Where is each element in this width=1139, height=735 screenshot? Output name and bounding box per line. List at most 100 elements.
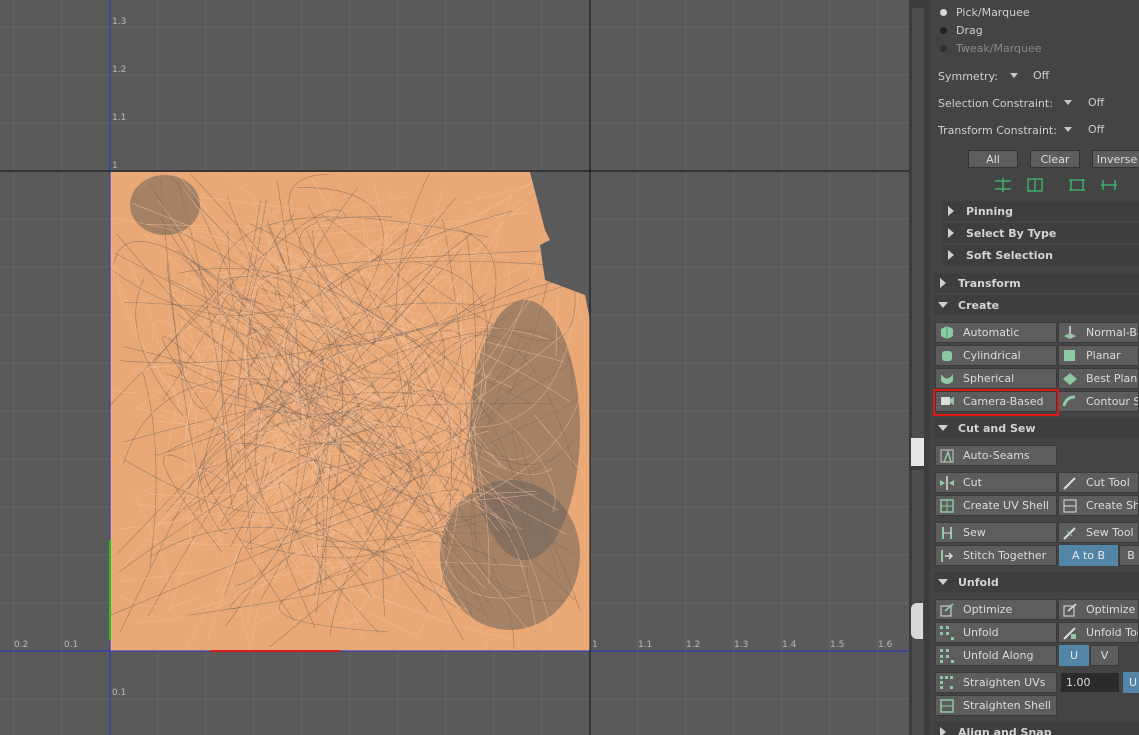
button-label: Cut Tool	[1086, 476, 1130, 489]
button-label: Stitch Together	[963, 549, 1047, 562]
u-tick-label: 0.2	[14, 640, 29, 650]
best-plane-icon	[1063, 372, 1077, 385]
button-label: Optimize T	[1086, 603, 1138, 616]
section-title: Cut and Sew	[958, 421, 1036, 435]
transform-constraint-row[interactable]: Transform Constraint: Off	[938, 121, 1139, 139]
splitter-strip	[912, 8, 924, 438]
button-label: Sew	[963, 526, 986, 539]
unfold-tool-button[interactable]: Unfold Too	[1058, 622, 1139, 643]
section-select-by-type[interactable]: Select By Type	[942, 223, 1139, 243]
button-label: Optimize	[963, 603, 1013, 616]
select-all-button[interactable]: All	[968, 150, 1018, 168]
create-shell-grid-icon	[1063, 499, 1077, 512]
automatic-mapping-button[interactable]: Automatic	[935, 322, 1057, 343]
collapse-arrow-icon	[938, 302, 948, 308]
radio-dot-icon	[940, 44, 947, 52]
button-label: Unfold Along	[963, 649, 1034, 662]
cut-tool-button[interactable]: Cut Tool	[1058, 472, 1139, 493]
select-edge-loop-icon[interactable]	[1101, 180, 1117, 190]
panel-splitter[interactable]	[909, 0, 930, 735]
unfold-along-u-button[interactable]: U	[1059, 645, 1089, 666]
scroll-handle[interactable]	[911, 438, 924, 466]
symmetry-label: Symmetry:	[938, 69, 998, 83]
optimize-button[interactable]: Optimize	[935, 599, 1057, 620]
radio-pick-marquee[interactable]: Pick/Marquee	[940, 4, 1030, 20]
auto-seams-button[interactable]: Auto-Seams	[935, 445, 1057, 466]
contour-stretch-button[interactable]: Contour St	[1058, 391, 1139, 412]
radio-tweak-marquee[interactable]: Tweak/Marquee	[940, 40, 1042, 56]
b-to-a-button[interactable]: B	[1119, 545, 1139, 566]
uv-editor-viewport[interactable]: 0.2 0.1 1 1.1 1.2 1.3 1.4 1.5 1.6 1.3 1.…	[0, 0, 909, 735]
button-label: Sew Tool	[1086, 526, 1134, 539]
section-pinning[interactable]: Pinning	[942, 201, 1139, 221]
a-to-b-button[interactable]: A to B	[1059, 545, 1118, 566]
sew-icon	[942, 526, 952, 539]
button-label: Create UV Shell	[963, 499, 1049, 512]
section-align-and-snap[interactable]: Align and Snap	[934, 722, 1139, 735]
collapse-handle[interactable]	[911, 603, 923, 639]
section-title: Select By Type	[966, 226, 1057, 240]
select-shell-border-icon[interactable]	[995, 178, 1011, 192]
u-tick-label: 1.1	[638, 640, 653, 650]
button-label: Cut	[963, 476, 982, 489]
contour-stretch-icon	[1062, 395, 1076, 406]
chevron-down-icon[interactable]	[1064, 100, 1072, 105]
sew-tool-icon	[1063, 526, 1076, 540]
radio-label: Pick/Marquee	[956, 5, 1030, 19]
optimize-tool-button[interactable]: Optimize T	[1058, 599, 1139, 620]
expand-arrow-icon	[948, 228, 954, 238]
cut-tool-icon	[1063, 476, 1076, 490]
select-border-edges-icon[interactable]	[1069, 179, 1085, 191]
unfold-along-button[interactable]: Unfold Along	[935, 645, 1057, 666]
section-soft-selection[interactable]: Soft Selection	[942, 245, 1139, 265]
radio-drag[interactable]: Drag	[940, 22, 983, 38]
button-label: Contour St	[1086, 395, 1139, 408]
section-cut-and-sew[interactable]: Cut and Sew	[934, 418, 1139, 438]
v-tick-label: 1.3	[112, 17, 127, 27]
section-title: Soft Selection	[966, 248, 1053, 262]
chevron-down-icon[interactable]	[1064, 127, 1072, 132]
straighten-angle-field[interactable]: 1.00	[1061, 673, 1119, 692]
symmetry-row[interactable]: Symmetry: Off	[938, 67, 1139, 85]
button-label: Straighten Shell	[963, 699, 1051, 712]
button-label: Planar	[1086, 349, 1121, 362]
expand-arrow-icon	[948, 250, 954, 260]
straighten-shell-icon	[940, 698, 954, 713]
section-create[interactable]: Create	[934, 295, 1139, 315]
best-plane-button[interactable]: Best Plane	[1058, 368, 1139, 389]
cut-button[interactable]: Cut	[935, 472, 1057, 493]
normal-based-mapping-button[interactable]: Normal-Ba	[1058, 322, 1139, 343]
uv-grid-canvas[interactable]	[0, 0, 909, 735]
select-clear-button[interactable]: Clear	[1030, 150, 1080, 168]
create-uv-shell-button[interactable]: Create UV Shell	[935, 495, 1057, 516]
symmetry-value[interactable]: Off	[1033, 69, 1049, 82]
button-label: Spherical	[963, 372, 1015, 385]
sew-button[interactable]: Sew	[935, 522, 1057, 543]
planar-mapping-button[interactable]: Planar	[1058, 345, 1139, 366]
section-unfold[interactable]: Unfold	[934, 572, 1139, 592]
button-label: Automatic	[963, 326, 1020, 339]
spherical-mapping-button[interactable]: Spherical	[935, 368, 1057, 389]
camera-based-button[interactable]: Camera-Based	[935, 391, 1057, 412]
select-shell-interior-icon[interactable]	[1027, 178, 1043, 192]
create-shell-grid-button[interactable]: Create She	[1058, 495, 1139, 516]
expand-arrow-icon	[948, 206, 954, 216]
straighten-u-button[interactable]: U	[1123, 672, 1139, 693]
stitch-together-button[interactable]: Stitch Together	[935, 545, 1057, 566]
unfold-button[interactable]: Unfold	[935, 622, 1057, 643]
straighten-uvs-button[interactable]: Straighten UVs	[935, 672, 1057, 693]
unfold-along-v-button[interactable]: V	[1090, 645, 1119, 666]
sew-tool-button[interactable]: Sew Tool	[1058, 522, 1139, 543]
transform-constraint-value[interactable]: Off	[1088, 123, 1104, 136]
selection-constraint-value[interactable]: Off	[1088, 96, 1104, 109]
cut-icon	[940, 475, 954, 490]
radio-label: Tweak/Marquee	[956, 41, 1042, 55]
cylindrical-mapping-button[interactable]: Cylindrical	[935, 345, 1057, 366]
selection-constraint-row[interactable]: Selection Constraint: Off	[938, 94, 1139, 112]
cylindrical-icon	[942, 350, 952, 361]
section-transform[interactable]: Transform	[934, 273, 1139, 293]
straighten-shell-button[interactable]: Straighten Shell	[935, 695, 1057, 716]
select-inverse-button[interactable]: Inverse	[1092, 150, 1139, 168]
collapse-arrow-icon	[938, 579, 948, 585]
chevron-down-icon[interactable]	[1010, 73, 1018, 78]
